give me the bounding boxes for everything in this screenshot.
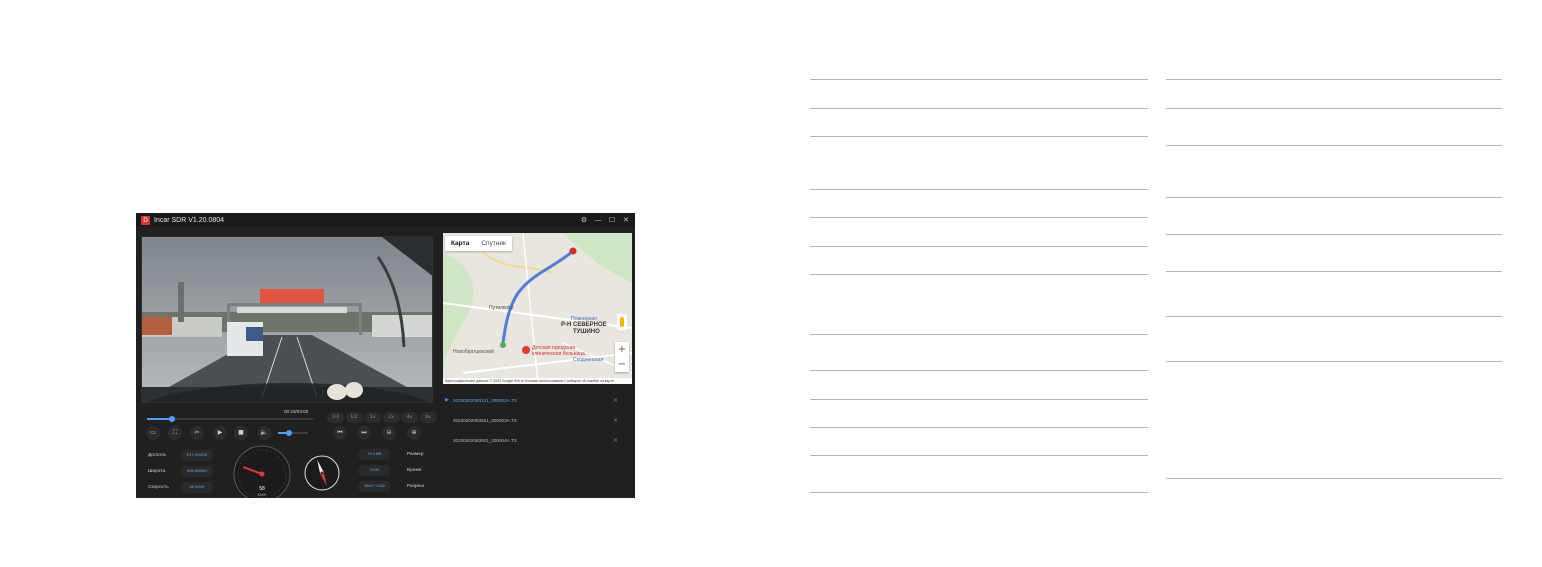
map-tab-bar: Карта Спутник [445, 236, 512, 251]
map-canvas [443, 233, 632, 384]
divider-line [810, 455, 1148, 456]
divider-line [810, 399, 1148, 400]
tab-satellite[interactable]: Спутник [475, 236, 512, 251]
speed-4x-button[interactable]: 4x [401, 412, 418, 423]
duration-value: 03:00 [358, 465, 391, 476]
remove-file-icon[interactable]: ✕ [613, 417, 618, 424]
speed-2x-button[interactable]: 2x [382, 412, 400, 423]
volume-button[interactable]: 🔈 [257, 426, 271, 440]
settings-button[interactable]: ⚙ [578, 213, 590, 227]
map-label-place2: Новобратцевский [453, 349, 494, 355]
hospital-marker [522, 346, 530, 354]
divider-line [810, 427, 1148, 428]
playlist-item[interactable]: 20230302083621_000003A.TS ✕ [443, 410, 632, 430]
divider-line [810, 79, 1148, 80]
start-marker [569, 247, 577, 255]
divider-line [1166, 145, 1502, 146]
divider-line [1166, 197, 1502, 198]
speed-half-button[interactable]: 1/2 [345, 412, 363, 423]
map-label-poi2: Сходненская [573, 357, 604, 363]
speedometer-unit: KM/H [258, 493, 267, 497]
divider-line [810, 108, 1148, 109]
progress-bar[interactable] [147, 416, 313, 422]
next-file-button[interactable]: ⏭ [357, 426, 371, 440]
speed-quarter-button[interactable]: 1/4 [327, 412, 344, 423]
file-size-value: 79.4 MB [358, 449, 391, 460]
close-button[interactable]: ✕ [620, 213, 632, 227]
divider-line [1166, 316, 1502, 317]
resolution-label: Разреш [407, 484, 425, 489]
street-view-pegman-icon[interactable] [617, 314, 627, 330]
speedometer-reading: 58 [259, 486, 265, 492]
divider-line [810, 334, 1148, 335]
compass-gauge [304, 455, 340, 491]
playlist-item[interactable]: ▶ 20230302083121_000002A.TS ✕ [443, 390, 632, 410]
map-label-place1: Путилково [489, 305, 514, 311]
fullscreen-button[interactable]: ⛶ [168, 426, 182, 440]
divider-line [1166, 478, 1502, 479]
title-bar: D Incar SDR V1.20.0804 ⚙ — ☐ ✕ [136, 213, 635, 227]
app-title: Incar SDR V1.20.0804 [154, 216, 225, 224]
video-frame-image [142, 237, 432, 402]
stop-button[interactable]: ■ [234, 426, 248, 440]
app-logo-icon: D [141, 215, 150, 225]
previous-file-button[interactable]: ⏮ [333, 426, 347, 440]
playing-indicator-icon: ▶ [445, 397, 449, 403]
minimize-button[interactable]: — [592, 213, 604, 227]
divider-line [1166, 361, 1502, 362]
longitude-value: E37.394226 [181, 450, 213, 461]
longitude-label: Долгота [148, 453, 166, 458]
zoom-out-button[interactable]: ⊖ [382, 426, 396, 440]
remove-file-icon[interactable]: ✕ [613, 397, 618, 404]
map-zoom-controls: + − [615, 342, 629, 372]
resolution-value: 3840 * 2160 [358, 481, 391, 492]
divider-line [810, 274, 1148, 275]
app-window: D Incar SDR V1.20.0804 ⚙ — ☐ ✕ Карта Спу… [136, 213, 635, 498]
divider-line [810, 189, 1148, 190]
speed-8x-button[interactable]: 8x [419, 412, 437, 423]
speed-1x-button[interactable]: 1x [364, 412, 381, 423]
divider-line [810, 370, 1148, 371]
map-zoom-out-button[interactable]: − [615, 357, 629, 372]
divider-line [810, 492, 1148, 493]
divider-line [1166, 108, 1502, 109]
playback-time: 00:23/03:00 [284, 409, 309, 414]
open-folder-button[interactable]: ▭ [146, 426, 160, 440]
playlist-item[interactable]: 20230302083921_000004A.TS ✕ [443, 430, 632, 450]
map-panel[interactable]: Карта Спутник Путилково Новобратцевский … [443, 233, 632, 384]
divider-line [810, 136, 1148, 137]
playlist-item-name: 20230302083621_000003A.TS [453, 417, 517, 423]
map-label-district2: ТУШИНО [573, 329, 600, 335]
speed-value: 58 KM/H [181, 482, 213, 493]
divider-line [1166, 271, 1502, 272]
remove-file-icon[interactable]: ✕ [613, 437, 618, 444]
latitude-value: N55.890661 [181, 466, 213, 477]
progress-handle[interactable] [168, 416, 175, 422]
volume-handle[interactable] [285, 430, 292, 436]
divider-line [810, 246, 1148, 247]
playlist: ▶ 20230302083121_000002A.TS ✕ 2023030208… [443, 390, 632, 450]
map-zoom-in-button[interactable]: + [615, 342, 629, 357]
tab-map[interactable]: Карта [445, 236, 475, 251]
divider-line [1166, 234, 1502, 235]
duration-label: Время [407, 468, 422, 473]
volume-slider[interactable] [278, 430, 308, 436]
speedometer-gauge: 58 KM/H [233, 445, 291, 498]
map-label-district1: Р-Н СЕВЕРНОЕ [561, 322, 607, 328]
zoom-in-button[interactable]: ⊕ [407, 426, 421, 440]
play-button[interactable]: ▶ [213, 426, 227, 440]
divider-line [810, 217, 1148, 218]
cut-clip-button[interactable]: ✂ [190, 426, 204, 440]
end-marker [500, 342, 506, 348]
speed-label: Скорость [148, 485, 169, 490]
latitude-label: Широта [148, 469, 166, 474]
video-player[interactable] [141, 236, 433, 403]
divider-line [1166, 79, 1502, 80]
playlist-item-name: 20230302083121_000002A.TS [453, 397, 517, 403]
map-footer: Картографические данные © 2024 Google 50… [443, 378, 632, 384]
playlist-item-name: 20230302083921_000004A.TS [453, 437, 517, 443]
speed-selector: 1/4 1/2 1x 2x 4x 8x [327, 412, 438, 423]
file-size-label: Размер [407, 452, 424, 457]
maximize-button[interactable]: ☐ [606, 213, 618, 227]
